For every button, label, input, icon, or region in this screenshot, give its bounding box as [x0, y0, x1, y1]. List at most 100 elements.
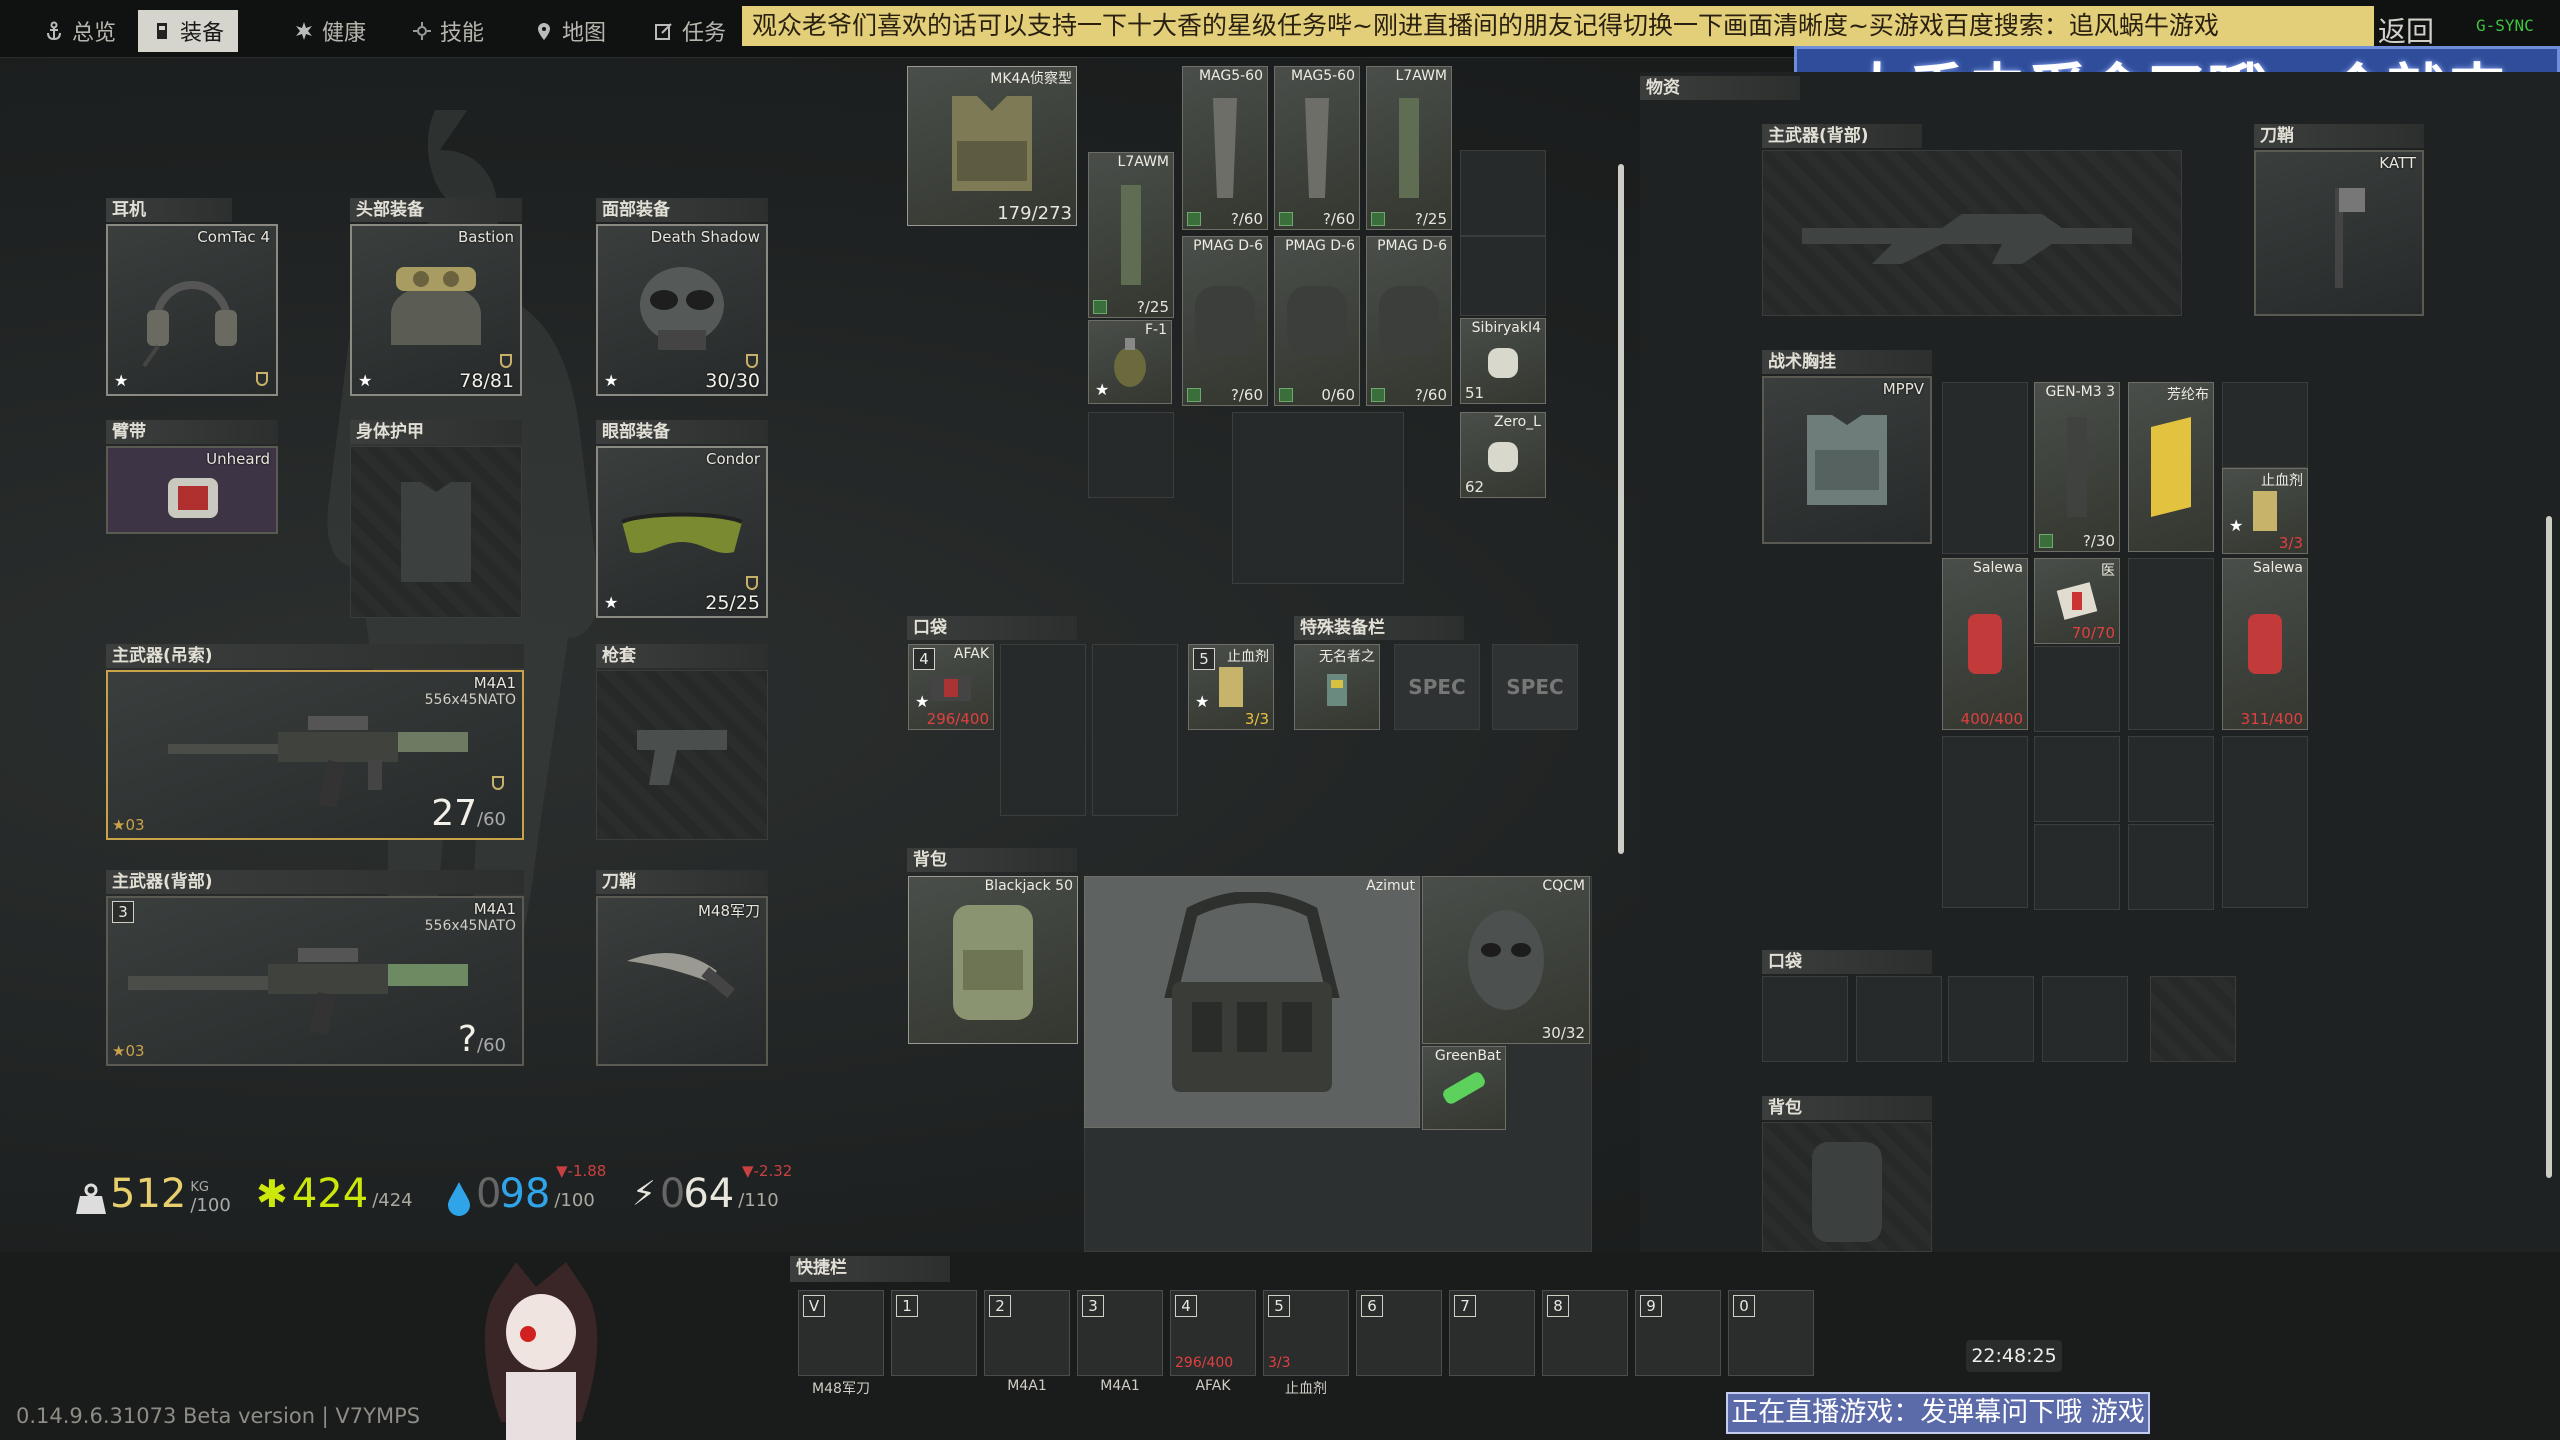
stash-special-cell[interactable] — [2150, 976, 2236, 1062]
stash-rig-salewa-1[interactable]: Salewa 400/400 — [1942, 558, 2028, 730]
stash-rig-cell[interactable] — [2128, 736, 2214, 822]
favorite-star-icon: ★ — [1195, 692, 1210, 711]
hotbar-slot-3[interactable]: 3 — [1077, 1290, 1163, 1376]
backpack-rig-azimut[interactable]: Azimut — [1084, 876, 1420, 1128]
hotbar-slot-9[interactable]: 9 — [1635, 1290, 1721, 1376]
stash-rig-cell[interactable] — [1942, 382, 2028, 554]
rig-dogtag-2-name: Zero_L — [1493, 414, 1541, 430]
rig-mag-1[interactable]: MAG5-60 ?/60 — [1182, 66, 1268, 230]
stash-primary-slot[interactable] — [1762, 150, 2182, 316]
streamer-avatar — [484, 1262, 598, 1440]
stash-backpack-title: 背包 — [1762, 1096, 1932, 1120]
backpack-mask[interactable]: CQCM 30/32 — [1422, 876, 1590, 1044]
weight-unit-group: KG/100 — [190, 1180, 230, 1216]
holster-slot[interactable] — [596, 670, 768, 840]
hotbar-slot-1[interactable]: 1 — [891, 1290, 977, 1376]
armband-slot[interactable]: Unheard — [106, 446, 278, 534]
stash-scabbard-slot[interactable]: KATT — [2254, 150, 2424, 316]
rig-grenade[interactable]: F-1 ★ — [1088, 320, 1172, 404]
earpiece-slot[interactable]: ComTac 4 ★ — [106, 224, 278, 396]
special-marker[interactable]: 无名者之 — [1294, 644, 1380, 730]
stash-pocket-cell[interactable] — [1762, 976, 1848, 1062]
rig-drum-2-value: 0/60 — [1321, 386, 1355, 404]
empty-cell[interactable] — [1460, 150, 1546, 236]
hotbar-slot-7[interactable]: 7 — [1449, 1290, 1535, 1376]
energy-value: 64 — [683, 1171, 735, 1217]
stash-rig-cell[interactable] — [2222, 382, 2308, 468]
pocket-afak[interactable]: 4 AFAK ★ 296/400 — [908, 644, 994, 730]
rig-drum-3[interactable]: PMAG D-6 ?/60 — [1366, 236, 1452, 406]
bodyarmor-slot[interactable] — [350, 446, 522, 618]
rig-dogtag-2[interactable]: Zero_L 62 — [1460, 412, 1546, 498]
rig-mag-3[interactable]: L7AWM ?/25 — [1366, 66, 1452, 230]
ammo-marker-icon — [2039, 534, 2053, 548]
hotbar-slot-V[interactable]: V — [798, 1290, 884, 1376]
primary-sling-slot[interactable]: M4A1 556x45NATO ★03 27/60 — [106, 670, 524, 840]
rig-mag-3-name: L7AWM — [1395, 68, 1447, 84]
rig-mag-4[interactable]: L7AWM ?/25 — [1088, 152, 1174, 318]
empty-cell[interactable] — [1232, 412, 1404, 584]
hotbar-slot-6[interactable]: 6 — [1356, 1290, 1442, 1376]
stash-rig-cell[interactable] — [2034, 824, 2120, 910]
pocket-slot[interactable] — [1000, 644, 1086, 816]
empty-cell[interactable] — [1460, 236, 1546, 316]
energy-stat: ⚡ 0 64 /110 ▼-2.32 — [632, 1162, 792, 1217]
hotbar-key: 6 — [1361, 1295, 1383, 1317]
back-button[interactable]: 返回 — [2378, 10, 2434, 50]
tab-health[interactable]: 健康 — [280, 10, 380, 52]
tab-gear[interactable]: 装备 — [138, 10, 239, 52]
stash-rig-cell[interactable] — [1942, 736, 2028, 908]
stash-rig-cell[interactable] — [2128, 824, 2214, 910]
rig-dogtag-1[interactable]: SibiryakI4 51 — [1460, 318, 1546, 404]
stash-rig-cell[interactable] — [2034, 736, 2120, 822]
hotbar-slot-8[interactable]: 8 — [1542, 1290, 1628, 1376]
stash-backpack-slot[interactable] — [1762, 1122, 1932, 1252]
rig-drum-2[interactable]: PMAG D-6 0/60 — [1274, 236, 1360, 406]
empty-cell[interactable] — [1088, 412, 1174, 498]
spec-slot-1[interactable]: SPEC — [1394, 644, 1480, 730]
spec-slot-2[interactable]: SPEC — [1492, 644, 1578, 730]
stash-rig-cell[interactable] — [2034, 646, 2120, 732]
tab-overview[interactable]: 总览 — [30, 10, 130, 52]
hotbar-slot-2[interactable]: 2 — [984, 1290, 1070, 1376]
vest-item[interactable]: MK4A侦察型 179/273 — [907, 66, 1077, 226]
hotbar-key: 4 — [1175, 1295, 1197, 1317]
tab-map[interactable]: 地图 — [520, 10, 620, 52]
scabbard-slot[interactable]: M48军刀 — [596, 896, 768, 1066]
stash-rig-bandage[interactable]: 芳纶布 — [2128, 382, 2214, 552]
rifle-placeholder-icon — [1802, 214, 2132, 264]
rig-drum-1[interactable]: PMAG D-6 ?/60 — [1182, 236, 1268, 406]
hotbar-slot-0[interactable]: 0 — [1728, 1290, 1814, 1376]
stash-scrollbar[interactable] — [2546, 516, 2552, 1178]
stash-rig-cell[interactable] — [2222, 736, 2308, 908]
headwear-slot[interactable]: Bastion ★ 78/81 — [350, 224, 522, 396]
pocket-slot[interactable] — [1092, 644, 1178, 816]
stash-rig-medkit[interactable]: 医 70/70 — [2034, 558, 2120, 644]
eyewear-slot[interactable]: Condor ★ 25/25 — [596, 446, 768, 618]
stash-rig-mag[interactable]: GEN-M3 3 ?/30 — [2034, 382, 2120, 552]
favorite-star-icon: ★ — [114, 371, 129, 390]
hotbar-slot-4[interactable]: 4 296/400 — [1170, 1290, 1256, 1376]
primary-back-slot[interactable]: 3 M4A1 556x45NATO ★03 ?/60 — [106, 896, 524, 1066]
stash-rig-slot[interactable]: MPPV — [1762, 376, 1932, 544]
backpack-item[interactable]: Blackjack 50 — [908, 876, 1078, 1044]
favorite-star-icon: ★ — [1095, 380, 1110, 399]
goggles-icon — [621, 512, 743, 554]
stash-rig-cell[interactable] — [2128, 558, 2214, 730]
facecover-slot[interactable]: Death Shadow ★ 30/30 — [596, 224, 768, 396]
stash-pocket-cell[interactable] — [1856, 976, 1942, 1062]
middle-scrollbar[interactable] — [1618, 164, 1624, 854]
tab-skills[interactable]: 技能 — [398, 10, 498, 52]
stash-rig-salewa-2[interactable]: Salewa 311/400 — [2222, 558, 2308, 730]
hotbar-key: 5 — [1268, 1295, 1290, 1317]
stash-rig-hemostat[interactable]: 止血剂 ★ 3/3 — [2222, 468, 2308, 554]
tab-skills-label: 技能 — [440, 21, 485, 46]
stash-pocket-cell[interactable] — [2042, 976, 2128, 1062]
stash-pocket-cell[interactable] — [1948, 976, 2034, 1062]
special-hemostat[interactable]: 5 止血剂 ★ 3/3 — [1188, 644, 1274, 730]
rig-mag-2[interactable]: MAG5-60 ?/60 — [1274, 66, 1360, 230]
backpack-stim[interactable]: GreenBat — [1422, 1046, 1506, 1130]
hotbar-slot-5[interactable]: 5 3/3 — [1263, 1290, 1349, 1376]
primary-back-name: M4A1 — [473, 900, 516, 918]
tab-tasks[interactable]: 任务 — [640, 10, 740, 52]
